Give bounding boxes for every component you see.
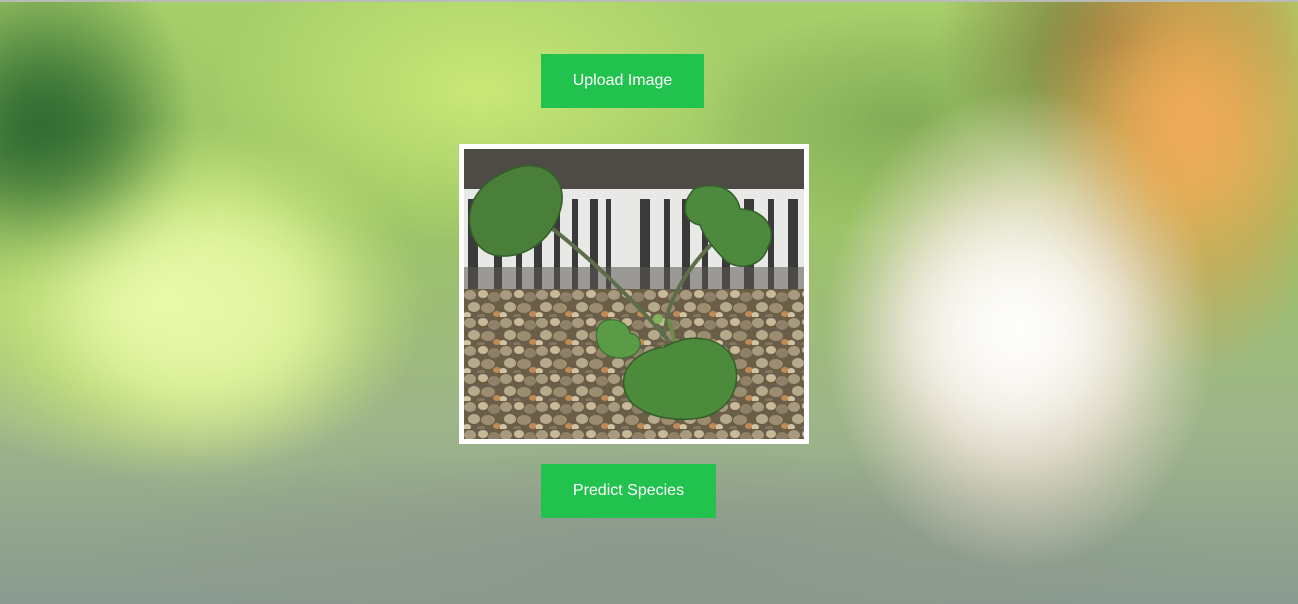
image-preview-frame [459, 144, 809, 444]
upload-image-button[interactable]: Upload Image [541, 54, 704, 108]
predict-species-button[interactable]: Predict Species [541, 464, 716, 518]
top-border [0, 0, 1298, 2]
seedling-photo [464, 149, 804, 439]
